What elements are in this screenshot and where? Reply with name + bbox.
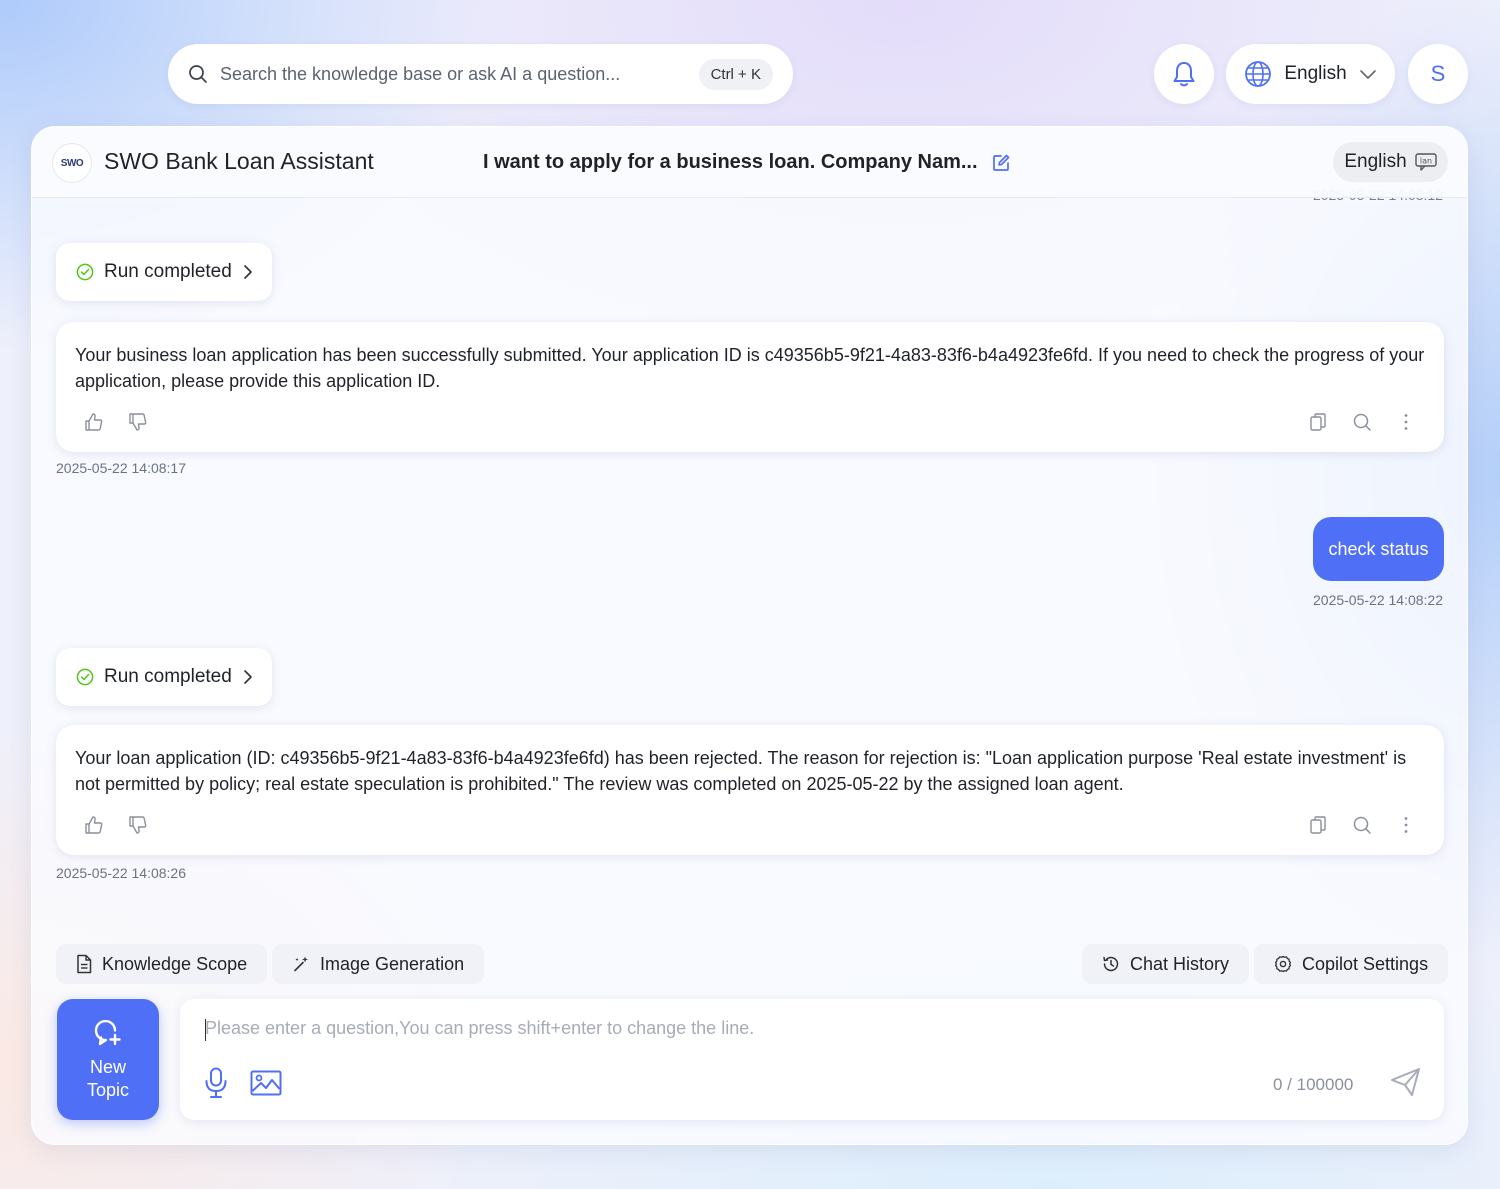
knowledge-scope-button[interactable]: Knowledge Scope [56,944,268,984]
chevron-right-icon [242,669,254,685]
image-upload-icon[interactable] [250,1070,282,1096]
document-icon [76,954,92,974]
language-label: English [1284,63,1347,84]
global-search-bar[interactable]: Search the knowledge base or ask AI a qu… [168,44,793,104]
gear-icon [1274,955,1292,973]
bot-name: SWO Bank Loan Assistant [104,148,374,174]
chevron-down-icon [1359,68,1377,80]
translate-icon: lan [1414,153,1437,171]
copilot-settings-label: Copilot Settings [1302,953,1429,974]
new-topic-label-line2: Topic [86,1079,130,1100]
copilot-settings-button[interactable]: Copilot Settings [1254,944,1449,984]
user-message-timestamp: 2025-05-22 14:08:22 [1313,592,1443,608]
image-generation-button[interactable]: Image Generation [272,944,485,984]
search-icon [188,64,220,84]
user-message: check status [1313,517,1444,581]
copy-icon[interactable] [1308,815,1328,835]
user-avatar[interactable]: S [1408,44,1468,104]
message-input[interactable] [205,1018,1305,1039]
svg-text:lan: lan [1420,157,1432,166]
knowledge-scope-label: Knowledge Scope [102,953,248,974]
history-icon [1102,955,1120,973]
assistant-message-text: Your business loan application has been … [75,345,1425,391]
new-topic-label-line1: New [89,1056,126,1077]
chat-history-label: Chat History [1130,953,1230,974]
message-composer: 0 / 100000 [180,999,1444,1120]
search-placeholder: Search the knowledge base or ask AI a qu… [220,63,621,84]
chevron-right-icon [242,264,254,280]
run-status-label: Run completed [104,666,232,687]
send-icon[interactable] [1390,1067,1422,1097]
more-options-icon[interactable] [1396,412,1416,432]
notifications-button[interactable] [1154,44,1214,104]
image-generation-label: Image Generation [320,953,465,974]
topic-title: I want to apply for a business loan. Com… [483,151,978,173]
magic-wand-icon [292,955,310,973]
header-language-button[interactable]: English lan [1333,142,1448,182]
header-language-label: English [1344,151,1407,172]
check-circle-icon [76,263,94,281]
text-cursor [205,1019,206,1041]
run-status-label: Run completed [104,261,232,282]
run-status-toggle[interactable]: Run completed [56,243,272,301]
search-icon[interactable] [1352,412,1372,432]
chat-history-button[interactable]: Chat History [1082,944,1250,984]
chat-panel: SWO SWO Bank Loan Assistant I want to ap… [31,126,1468,1145]
edit-icon[interactable] [992,154,1010,172]
thumbs-up-icon[interactable] [84,412,104,432]
thumbs-down-icon[interactable] [128,412,148,432]
new-chat-icon [93,1018,123,1046]
message-timestamp: 2025-05-22 14:08:26 [56,865,186,881]
bell-icon [1171,60,1197,88]
assistant-message-text: Your loan application (ID: c49356b5-9f21… [75,748,1407,794]
message-timestamp: 2025-05-22 14:08:17 [56,460,186,476]
microphone-icon[interactable] [204,1067,228,1099]
language-selector[interactable]: English [1226,44,1395,104]
copy-icon[interactable] [1308,412,1328,432]
globe-icon [1244,60,1272,88]
check-circle-icon [76,668,94,686]
run-status-toggle[interactable]: Run completed [56,648,272,706]
new-topic-button[interactable]: New Topic [57,999,159,1120]
bot-logo: SWO [52,143,92,183]
chat-header: SWO SWO Bank Loan Assistant I want to ap… [32,127,1467,198]
assistant-message: Your business loan application has been … [56,322,1444,452]
character-counter: 0 / 100000 [1273,1075,1354,1094]
search-shortcut-hint: Ctrl + K [698,58,773,90]
thumbs-up-icon[interactable] [84,815,104,835]
thumbs-down-icon[interactable] [128,815,148,835]
search-icon[interactable] [1352,815,1372,835]
more-options-icon[interactable] [1396,815,1416,835]
assistant-message: Your loan application (ID: c49356b5-9f21… [56,725,1444,855]
bot-logo-text: SWO [60,157,84,169]
